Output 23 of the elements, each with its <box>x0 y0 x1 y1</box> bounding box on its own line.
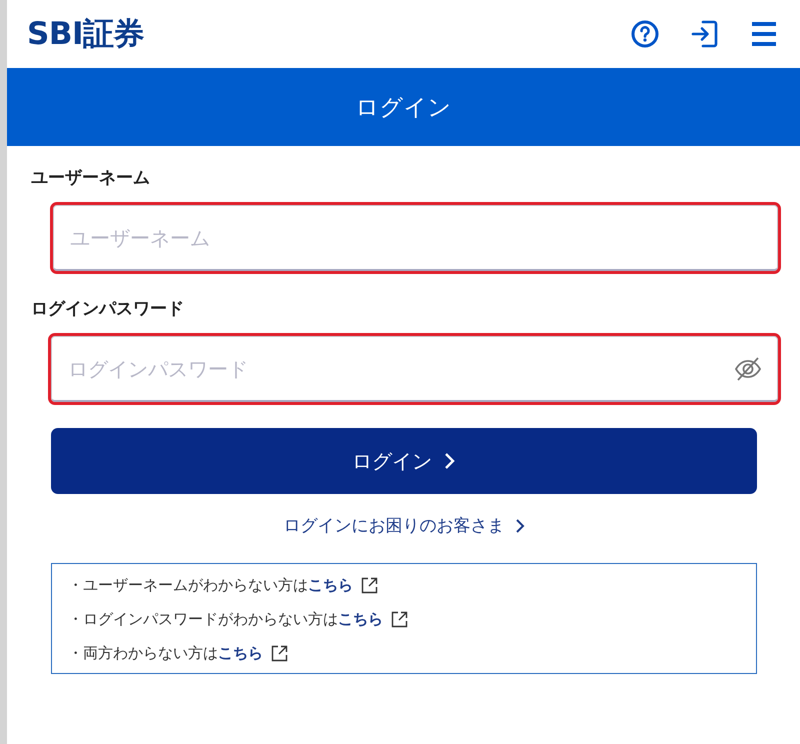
help-text: ・ログインパスワードがわからない方は <box>68 610 338 629</box>
help-link[interactable]: こちら <box>308 576 353 595</box>
help-text: ・両方わからない方は <box>68 644 218 663</box>
field-label: ユーザーネーム <box>31 167 151 189</box>
external-link-icon[interactable] <box>271 645 288 662</box>
help-text: ・ユーザーネームがわからない方は <box>68 576 308 595</box>
login-button[interactable]: ログイン <box>51 428 757 494</box>
menu-icon[interactable] <box>750 21 778 47</box>
chevron-right-icon <box>514 518 524 534</box>
hide-password-icon[interactable] <box>734 356 762 382</box>
help-link[interactable]: こちら <box>218 644 263 663</box>
logo[interactable]: SBI証券 <box>27 13 144 55</box>
password-field[interactable]: ログインパスワード <box>51 336 778 402</box>
external-link-icon[interactable] <box>361 577 378 594</box>
chevron-right-icon <box>444 452 456 470</box>
username-field[interactable]: ユーザーネーム <box>53 205 778 271</box>
external-link-icon[interactable] <box>391 611 408 628</box>
help-link[interactable]: こちら <box>338 610 383 629</box>
field-label: ログインパスワード <box>31 298 185 320</box>
login-icon[interactable] <box>690 19 720 49</box>
login-help-link[interactable]: ログインにお困りのお客さま <box>284 514 524 537</box>
help-icon[interactable] <box>630 19 660 49</box>
page-title-bar: ログイン <box>7 68 800 146</box>
